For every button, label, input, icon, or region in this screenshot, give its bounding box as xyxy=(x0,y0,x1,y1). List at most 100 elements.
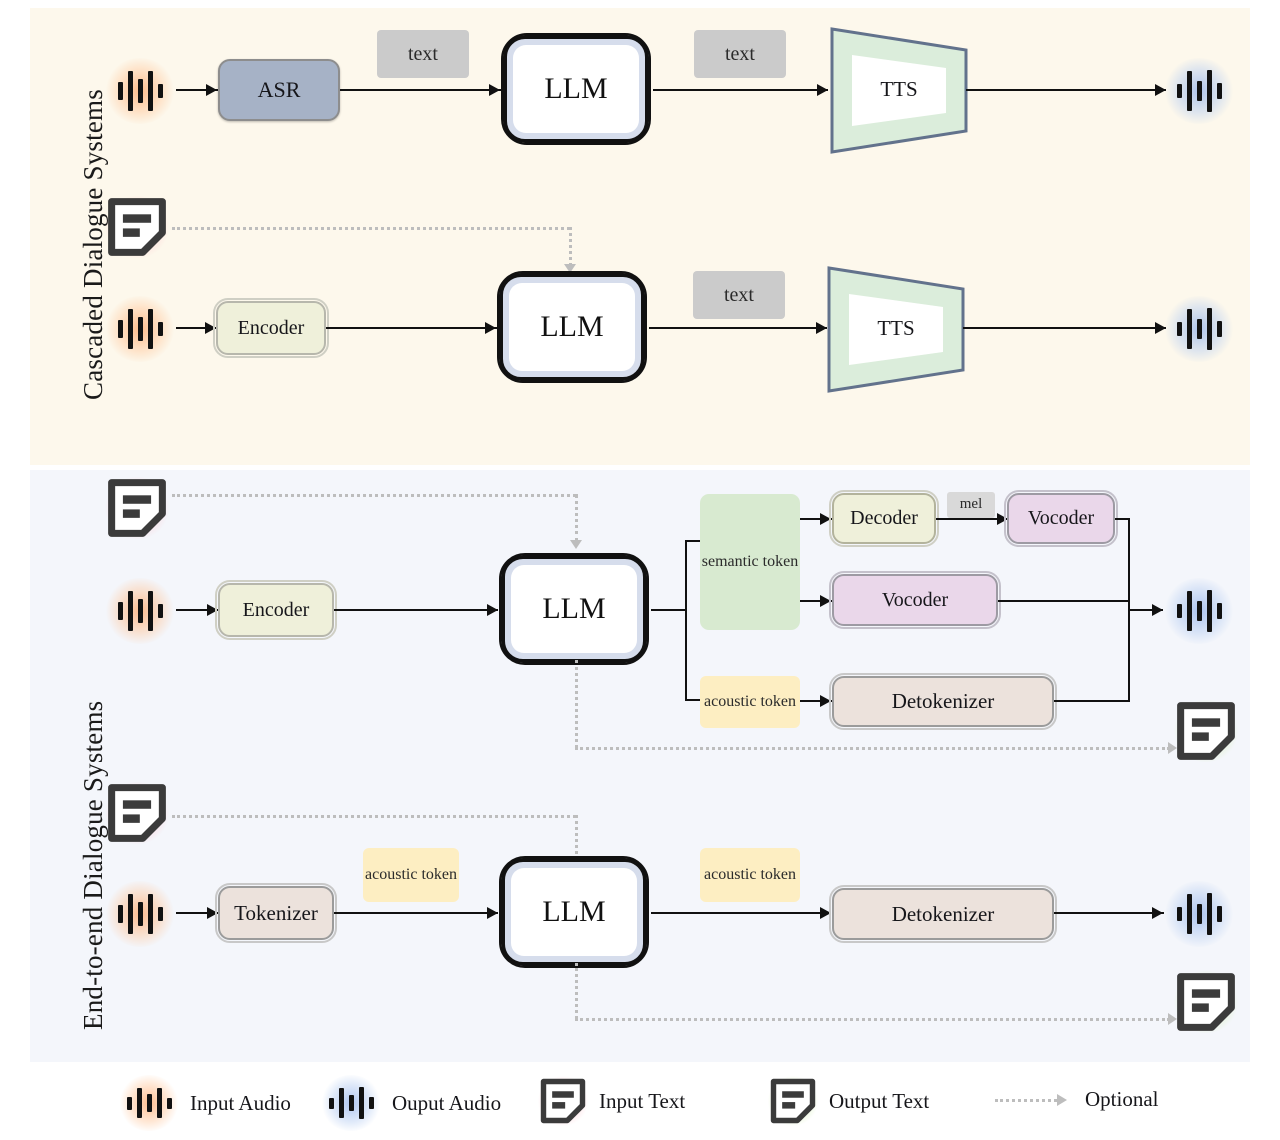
wire-encoder-to-llm xyxy=(326,327,498,329)
optional-wire-text-to-llm xyxy=(172,227,570,230)
arrowhead xyxy=(487,604,498,616)
input-audio-icon xyxy=(104,578,176,644)
output-audio-icon xyxy=(1163,578,1235,644)
wire-encoder-to-llm xyxy=(334,609,498,611)
node-tokenizer[interactable]: Tokenizer xyxy=(215,883,337,943)
wire-asr-to-llm xyxy=(340,89,502,91)
arrowhead xyxy=(820,907,831,919)
node-decoder[interactable]: Decoder xyxy=(829,490,939,547)
arrowhead-optional xyxy=(564,264,576,273)
input-audio-icon xyxy=(104,58,176,124)
chip-semantic-token: semantic token xyxy=(700,494,800,630)
input-text-icon xyxy=(103,196,171,258)
node-tts[interactable]: TTS xyxy=(828,25,970,156)
wire-llm-to-tts xyxy=(653,89,828,91)
chip-mel: mel xyxy=(947,492,995,518)
chip-text-asr-output: text xyxy=(377,30,469,78)
legend-item-input-audio: Input Audio xyxy=(118,1075,291,1131)
node-llm-label: LLM xyxy=(511,565,637,653)
node-asr[interactable]: ASR xyxy=(218,59,340,121)
optional-wire-llm-to-output-text xyxy=(575,747,1170,750)
node-llm-label: LLM xyxy=(511,868,637,956)
legend-label: Ouput Audio xyxy=(392,1090,502,1115)
legend-label: Input Text xyxy=(599,1088,686,1113)
node-llm[interactable]: LLM xyxy=(501,33,651,145)
arrowhead xyxy=(820,513,831,525)
output-text-icon xyxy=(1172,971,1240,1033)
wire-llm-to-tts xyxy=(649,327,827,329)
output-text-icon xyxy=(767,1076,819,1126)
optional-wire-llm-down xyxy=(575,660,578,748)
arrowhead xyxy=(1152,604,1163,616)
section-title-end-to-end: End-to-end Dialogue Systems xyxy=(78,700,108,1030)
section-end-to-end-background xyxy=(30,470,1250,1062)
chip-acoustic-token: acoustic token xyxy=(700,676,800,728)
optional-wire-text-to-llm-drop xyxy=(569,227,572,266)
node-encoder[interactable]: Encoder xyxy=(213,298,329,358)
output-audio-icon xyxy=(320,1075,382,1131)
node-vocoder-mid[interactable]: Vocoder xyxy=(829,571,1001,629)
input-audio-icon xyxy=(118,1075,180,1131)
optional-wire-text-to-llm xyxy=(172,815,576,818)
chip-acoustic-token-output: acoustic token xyxy=(700,848,800,902)
arrowhead xyxy=(1152,907,1163,919)
wire-tts-to-output xyxy=(966,89,1166,91)
node-tts-label: TTS xyxy=(877,316,915,340)
optional-wire-text-to-llm-drop xyxy=(575,815,578,860)
node-encoder[interactable]: Encoder xyxy=(215,580,337,640)
node-tts[interactable]: TTS xyxy=(825,264,967,395)
node-llm-label: LLM xyxy=(513,45,639,133)
arrowhead xyxy=(487,907,498,919)
node-llm[interactable]: LLM xyxy=(497,271,647,383)
dotted-arrow-icon xyxy=(995,1093,1073,1106)
node-llm-label: LLM xyxy=(509,283,635,371)
wire-detokenizer-merge xyxy=(1054,700,1130,702)
input-audio-icon xyxy=(104,881,176,947)
arrowhead xyxy=(485,322,496,334)
arrowhead xyxy=(817,84,828,96)
optional-wire-text-to-llm xyxy=(172,494,576,497)
input-text-icon xyxy=(537,1076,589,1126)
legend-item-output-audio: Ouput Audio xyxy=(320,1075,501,1131)
arrowhead xyxy=(207,907,218,919)
legend-item-optional: Optional xyxy=(995,1087,1159,1112)
legend-label: Output Text xyxy=(829,1088,930,1113)
output-text-icon xyxy=(1172,700,1240,762)
wire-tokenizer-to-llm xyxy=(334,912,498,914)
arrowhead-optional xyxy=(570,540,582,549)
wire-detokenizer-to-output xyxy=(1054,912,1164,914)
output-audio-icon xyxy=(1163,58,1235,124)
input-audio-icon xyxy=(104,296,176,362)
arrowhead xyxy=(206,84,217,96)
legend-label: Optional xyxy=(1085,1087,1159,1111)
legend-item-output-text: Output Text xyxy=(767,1076,929,1126)
node-detokenizer[interactable]: Detokenizer xyxy=(829,885,1057,943)
node-vocoder-top[interactable]: Vocoder xyxy=(1004,490,1118,547)
optional-wire-llm-to-output-text xyxy=(575,1018,1170,1021)
wire-vocoder-mid-merge xyxy=(998,600,1130,602)
node-detokenizer[interactable]: Detokenizer xyxy=(829,673,1057,730)
arrowhead xyxy=(489,84,500,96)
output-audio-icon xyxy=(1163,296,1235,362)
arrowhead xyxy=(205,322,216,334)
node-llm[interactable]: LLM xyxy=(499,553,649,665)
input-text-icon xyxy=(103,477,171,539)
chip-text-llm-output: text xyxy=(693,271,785,319)
output-audio-icon xyxy=(1163,881,1235,947)
optional-wire-llm-down xyxy=(575,963,578,1019)
arrowhead xyxy=(820,695,831,707)
wire-llm-to-detokenizer xyxy=(651,912,831,914)
wire-tts-to-output xyxy=(963,327,1166,329)
input-text-icon xyxy=(103,782,171,844)
figure-canvas: Cascaded Dialogue Systems End-to-end Dia… xyxy=(0,0,1280,1140)
arrowhead xyxy=(207,604,218,616)
legend-item-input-text: Input Text xyxy=(537,1076,685,1126)
arrowhead xyxy=(820,595,831,607)
chip-text-llm-output: text xyxy=(694,30,786,78)
optional-wire-text-to-llm-drop xyxy=(575,494,578,542)
wire-llm-bus-vertical xyxy=(685,540,687,700)
wire-llm-bus xyxy=(651,609,687,611)
chip-acoustic-token-input: acoustic token xyxy=(363,848,459,902)
node-llm[interactable]: LLM xyxy=(499,856,649,968)
node-tts-label: TTS xyxy=(880,77,918,101)
